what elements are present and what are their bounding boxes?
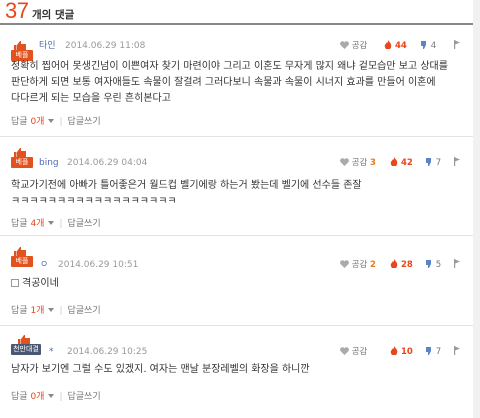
comment-date: 2014.06.29 10:25	[67, 347, 148, 357]
like-button[interactable]: 공감	[340, 40, 367, 52]
like-button[interactable]: 공감	[340, 346, 367, 358]
write-reply-button[interactable]: 답글쓰기	[68, 306, 101, 316]
report-icon[interactable]	[453, 259, 461, 271]
comment-item: 베플 ㅇ 2014.06.29 10:51 공감 2 28 5 격공이네 답글 …	[0, 246, 480, 326]
reply-toggle[interactable]: 답글 1개	[11, 306, 55, 316]
write-reply-button[interactable]: 답글쓰기	[68, 219, 101, 229]
hot-count[interactable]: 28	[390, 259, 413, 271]
thumbs-down-icon	[426, 158, 431, 166]
heart-icon	[340, 41, 349, 49]
author-name[interactable]: 타인	[39, 40, 56, 52]
reply-bar: 답글 4개 | 답글쓰기	[11, 219, 101, 229]
comment-item: 천만대결 * 2014.06.29 10:25 공감 10 7 남자가 보기엔 …	[0, 334, 480, 418]
reply-toggle[interactable]: 답글 0개	[11, 392, 55, 402]
comment-item: 베플 bing 2014.06.29 04:04 공감 3 42 7 학교가기전…	[0, 147, 480, 236]
reply-bar: 답글 1개 | 답글쓰기	[11, 306, 101, 316]
like-button[interactable]: 공감 3	[340, 157, 376, 169]
fire-icon	[390, 346, 398, 356]
dislike-count[interactable]: 7	[425, 157, 441, 169]
comment-date: 2014.06.29 10:51	[58, 260, 139, 270]
reply-count: 0개	[30, 117, 45, 127]
write-reply-button[interactable]: 답글쓰기	[68, 117, 101, 127]
reply-toggle[interactable]: 답글 0개	[11, 117, 55, 127]
like-button[interactable]: 공감 2	[340, 259, 376, 271]
hot-count[interactable]: 44	[384, 40, 407, 52]
like-count: 3	[370, 158, 376, 168]
fire-icon	[390, 157, 398, 167]
fire-icon	[384, 40, 392, 50]
reply-bar: 답글 0개 | 답글쓰기	[11, 392, 101, 402]
caret-down-icon	[48, 394, 55, 398]
like-count: 2	[370, 260, 376, 270]
author-name[interactable]: bing	[39, 157, 59, 169]
best-badge-label: 베플	[11, 256, 33, 267]
caret-down-icon	[48, 221, 55, 225]
comment-count: 37	[5, 0, 29, 23]
report-icon[interactable]	[453, 346, 461, 358]
write-reply-button[interactable]: 답글쓰기	[68, 392, 101, 402]
reply-count: 4개	[30, 219, 45, 229]
report-icon[interactable]	[453, 157, 461, 169]
dislike-count[interactable]: 5	[425, 259, 441, 271]
like-label: 공감	[351, 41, 368, 51]
comment-text: 격공이네	[11, 276, 469, 292]
comments-header: 37 개의 댓글	[0, 0, 480, 25]
comment-item: 베플 타인 2014.06.29 11:08 공감 44 4 정확히 찝어어 못…	[0, 40, 480, 137]
comment-date: 2014.06.29 04:04	[67, 158, 148, 168]
scrollbar[interactable]	[473, 0, 480, 418]
author-name[interactable]: ㅇ	[40, 259, 48, 271]
heart-icon	[340, 260, 349, 268]
caret-down-icon	[48, 119, 55, 123]
heart-icon	[340, 347, 349, 355]
dislike-count[interactable]: 4	[420, 40, 436, 52]
reply-count: 1개	[30, 306, 45, 316]
author-name[interactable]: *	[49, 346, 54, 358]
comment-text: 남자가 보기엔 그럴 수도 있겠지. 여자는 맨날 분장레벨의 화장을 하니깐	[11, 364, 310, 375]
reply-toggle[interactable]: 답글 4개	[11, 219, 55, 229]
best-badge-label: 베플	[11, 157, 33, 168]
thumbs-down-icon	[421, 41, 426, 49]
hot-count[interactable]: 10	[390, 346, 413, 358]
fire-icon	[390, 259, 398, 269]
reply-count: 0개	[30, 392, 45, 402]
caret-down-icon	[48, 308, 55, 312]
comment-text: 학교가기전에 아빠가 틀어좋은거 월드컵 벨기에랑 하는거 봤는데 벨기에 선수…	[11, 180, 362, 207]
report-icon[interactable]	[453, 40, 461, 52]
hot-count[interactable]: 42	[390, 157, 413, 169]
thumbs-down-icon	[426, 260, 431, 268]
dislike-count[interactable]: 7	[425, 346, 441, 358]
comments-title: 개의 댓글	[32, 9, 75, 21]
comment-text: 정확히 찝어어 못생긴넘이 이쁜여자 찾기 마련이야 그리고 이혼도 무자게 많…	[11, 61, 448, 104]
reply-bar: 답글 0개 | 답글쓰기	[11, 117, 101, 127]
challenge-badge-label: 천만대결	[11, 344, 41, 355]
thumbs-down-icon	[426, 347, 431, 355]
heart-icon	[340, 158, 349, 166]
comment-date: 2014.06.29 11:08	[65, 41, 146, 51]
image-icon	[11, 279, 19, 287]
